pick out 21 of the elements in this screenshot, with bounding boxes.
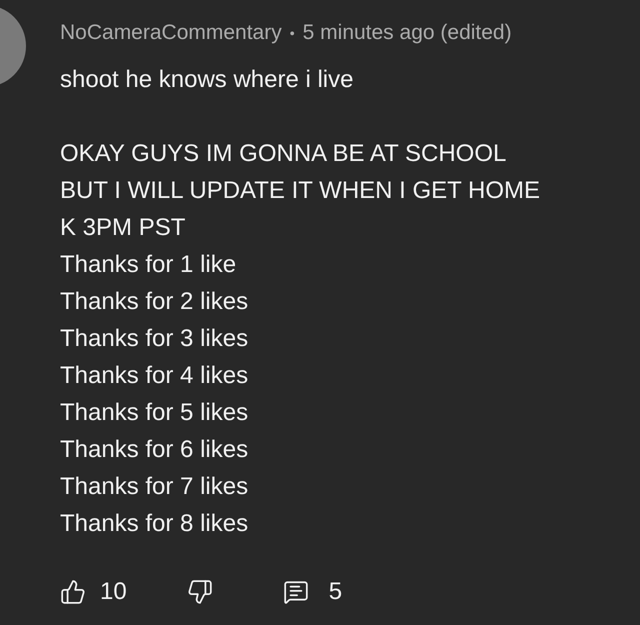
thumbs-up-icon	[60, 579, 86, 605]
comment-icon	[282, 579, 309, 605]
replies-button[interactable]: 5	[282, 574, 342, 610]
comment-line: OKAY GUYS IM GONNA BE AT SCHOOL	[60, 139, 508, 169]
comment-line: Thanks for 6 likes	[60, 435, 250, 465]
comment-line: shoot he knows where i live	[60, 65, 354, 95]
comment-line: Thanks for 8 likes	[60, 509, 250, 539]
author-name[interactable]: NoCameraCommentary	[60, 17, 282, 49]
comment-line: Thanks for 3 likes	[60, 324, 250, 354]
thumbs-down-icon	[186, 579, 213, 605]
timestamp: 5 minutes ago (edited)	[302, 20, 512, 46]
comment-line: Thanks for 5 likes	[60, 398, 250, 428]
dislike-button[interactable]	[186, 579, 213, 605]
comment-line: BUT I WILL UPDATE IT WHEN I GET HOME	[60, 176, 542, 206]
like-button[interactable]: 10	[60, 574, 127, 610]
comment-line: Thanks for 4 likes	[60, 361, 250, 391]
comment-line: Thanks for 1 like	[60, 250, 238, 280]
comment-line: K 3PM PST	[60, 213, 186, 243]
comment-line: Thanks for 2 likes	[60, 287, 250, 317]
separator: •	[290, 24, 295, 42]
comment-line: Thanks for 7 likes	[60, 472, 250, 502]
